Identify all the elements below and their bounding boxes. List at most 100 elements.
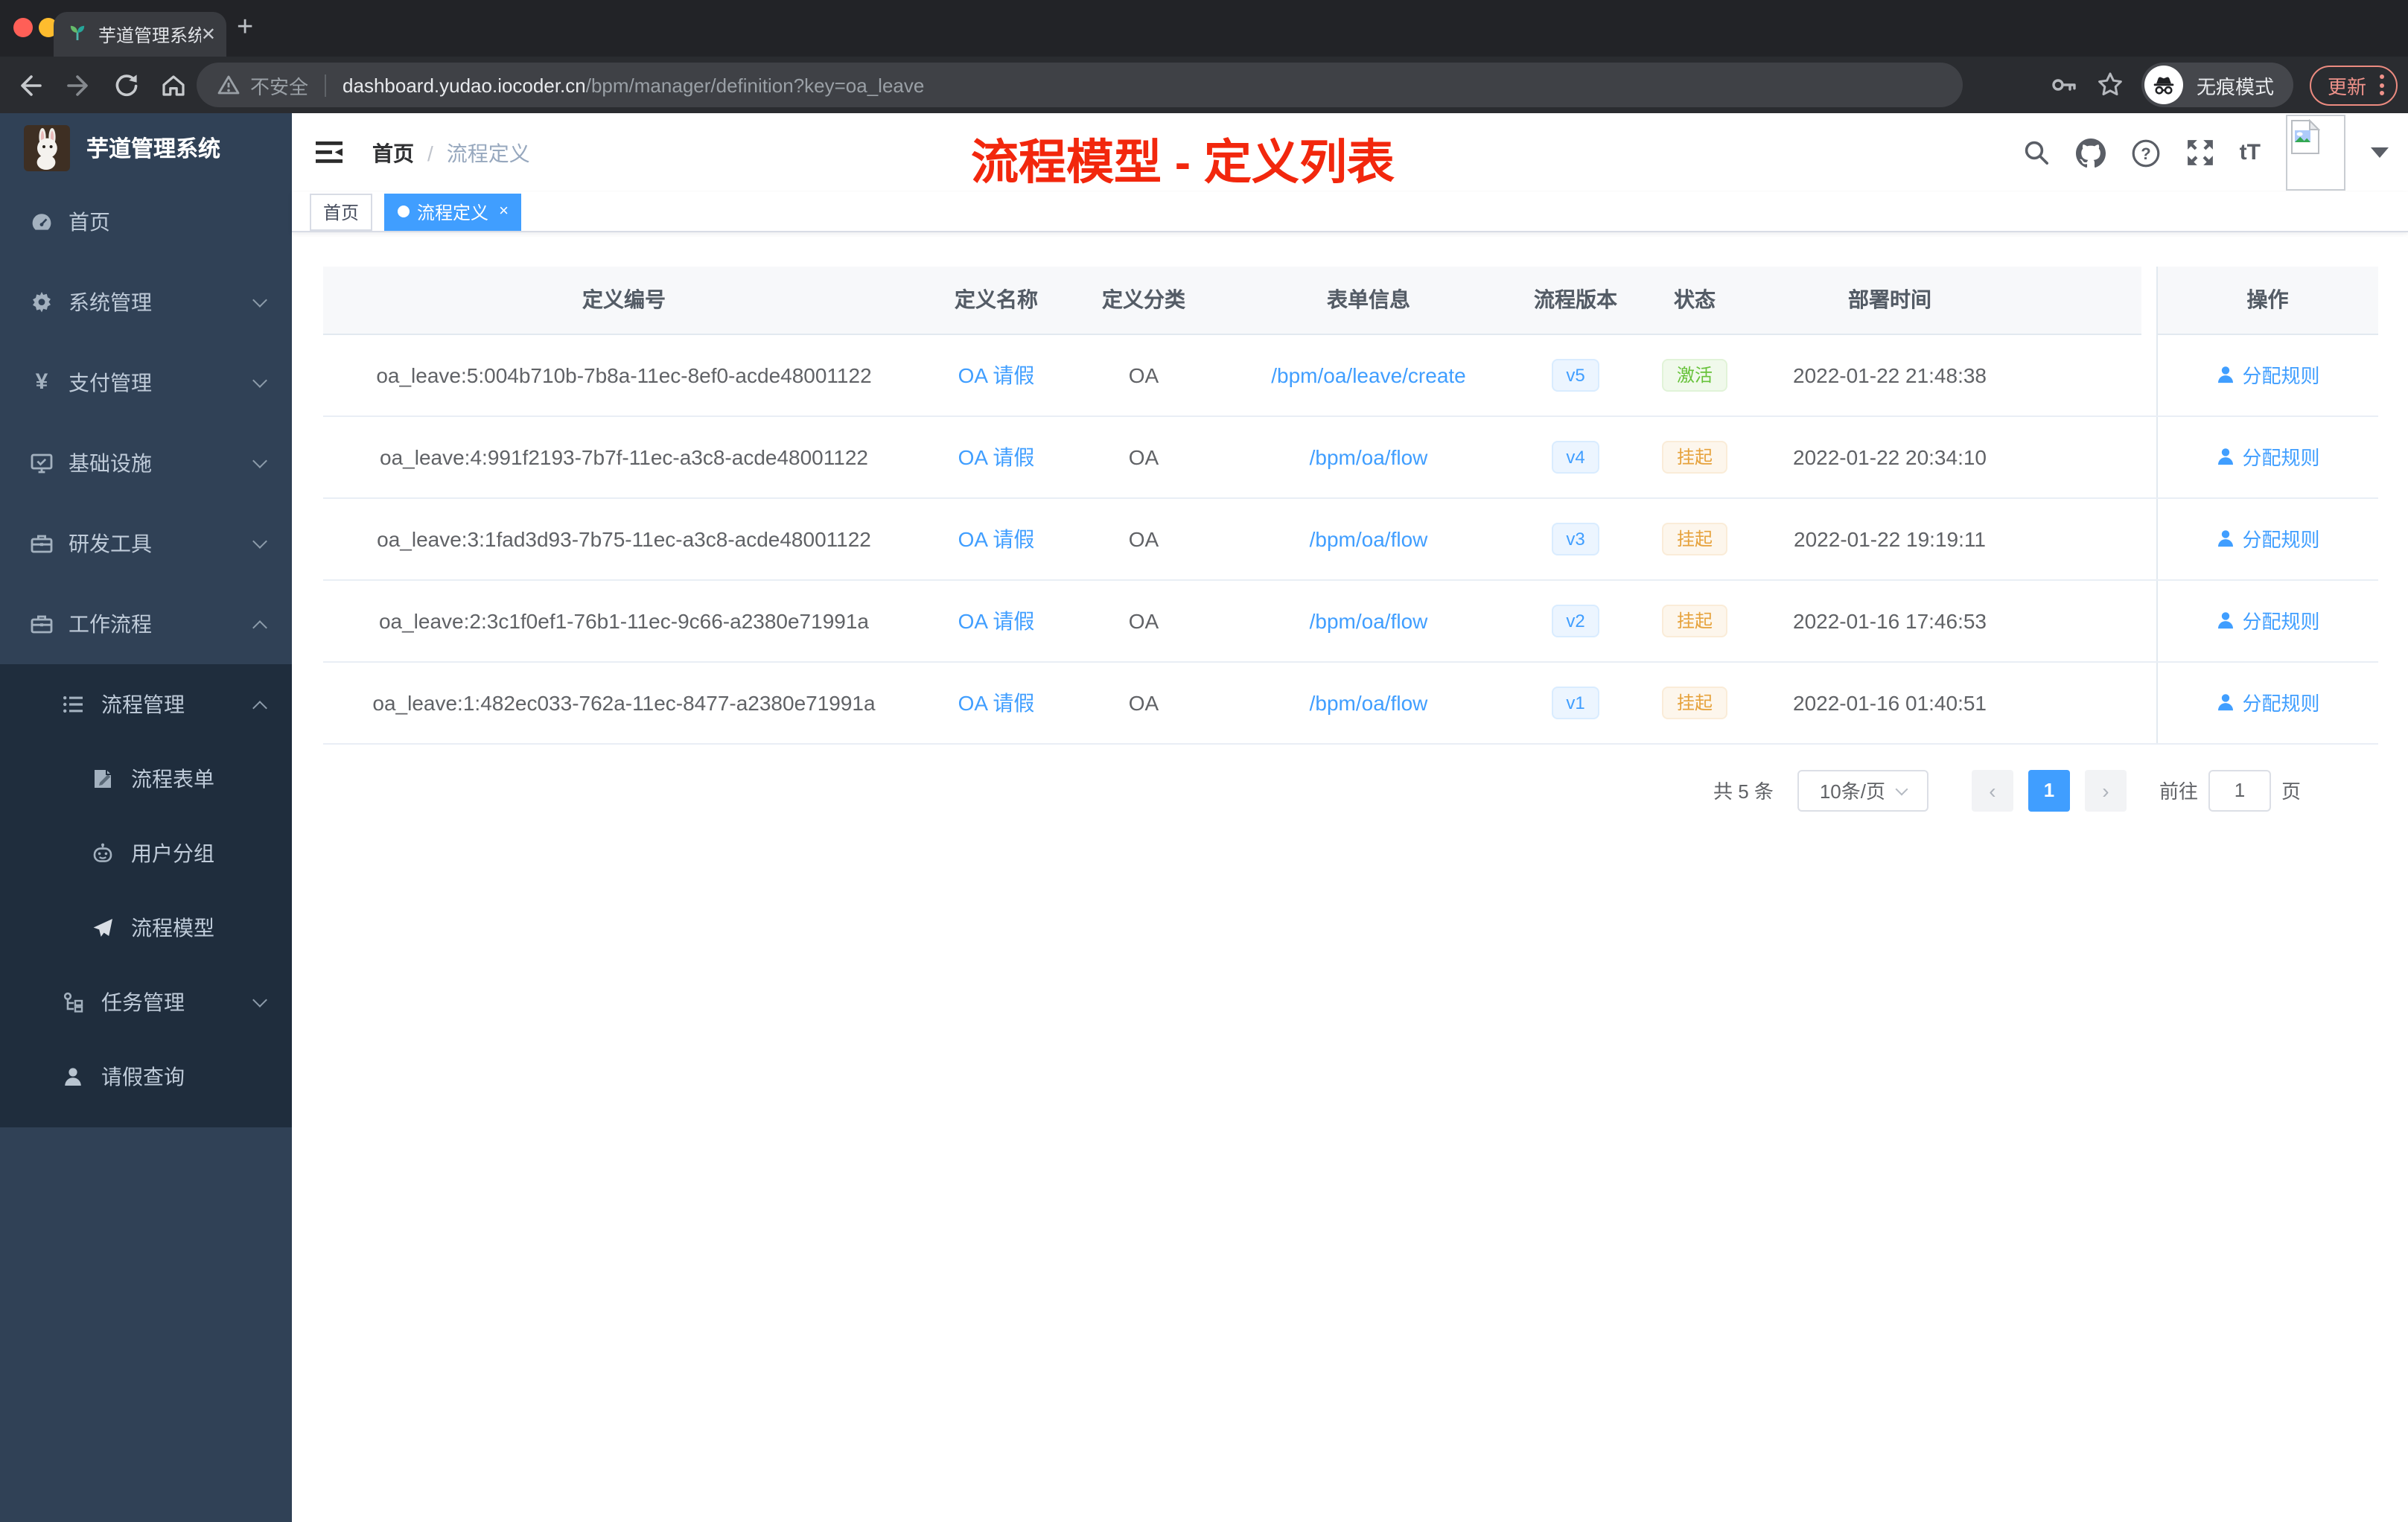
gear-icon: [30, 290, 54, 314]
text-size-icon[interactable]: tT: [2240, 140, 2261, 165]
form-link[interactable]: /bpm/oa/flow: [1310, 608, 1428, 632]
definition-table: 定义编号 定义名称 定义分类 表单信息 流程版本 状态 部署时间 操作 oa_l…: [323, 267, 2378, 744]
deploy-time: 2022-01-22 21:48:38: [1756, 334, 2024, 416]
svg-text:?: ?: [2141, 144, 2150, 162]
definition-name-link[interactable]: OA 请假: [958, 690, 1035, 714]
sidebar-item-workflow[interactable]: 工作流程: [0, 584, 292, 664]
app-logo: 芋道管理系统: [0, 113, 292, 182]
version-badge: v3: [1551, 522, 1600, 555]
sidebar-item-devtools[interactable]: 研发工具: [0, 503, 292, 584]
assign-rule-button[interactable]: 分配规则: [2215, 688, 2320, 716]
sidebar-item-process-model[interactable]: 流程模型: [0, 891, 292, 965]
table-row: oa_leave:4:991f2193-7b7f-11ec-a3c8-acde4…: [323, 415, 2378, 498]
star-icon[interactable]: [2095, 70, 2125, 100]
breadcrumb-home[interactable]: 首页: [372, 138, 414, 168]
filler-cell: [2024, 579, 2156, 662]
browser-window: 芋道管理系统 ✕ + 不安全 dashboard.yudao.iocoder.c…: [0, 0, 2408, 1522]
definition-id: oa_leave:2:3c1f0ef1-76b1-11ec-9c66-a2380…: [323, 579, 925, 662]
address-bar[interactable]: 不安全 dashboard.yudao.iocoder.cn /bpm/mana…: [197, 63, 1963, 107]
column-category: 定义分类: [1068, 267, 1220, 334]
send-icon: [92, 917, 113, 938]
form-link[interactable]: /bpm/oa/flow: [1310, 526, 1428, 550]
definition-category: OA: [1068, 334, 1220, 416]
filler-cell: [2024, 497, 2156, 580]
new-tab-button[interactable]: +: [237, 12, 253, 45]
definition-name-link[interactable]: OA 请假: [958, 363, 1035, 386]
definition-name-link[interactable]: OA 请假: [958, 526, 1035, 550]
assign-rule-button[interactable]: 分配规则: [2215, 524, 2320, 553]
home-icon[interactable]: [159, 71, 188, 99]
definition-category: OA: [1068, 497, 1220, 580]
tags-bar: 首页 流程定义 ×: [292, 192, 2408, 232]
deploy-time: 2022-01-16 01:40:51: [1756, 661, 2024, 744]
filler-cell: [2024, 415, 2156, 498]
sidebar-item-user-group[interactable]: 用户分组: [0, 816, 292, 891]
sidebar-item-system[interactable]: 系统管理: [0, 262, 292, 343]
toolbox-icon: [30, 532, 54, 555]
next-page-button[interactable]: ›: [2084, 769, 2127, 811]
column-version: 流程版本: [1517, 267, 1634, 334]
incognito-badge: 无痕模式: [2141, 63, 2293, 107]
table-row: oa_leave:2:3c1f0ef1-76b1-11ec-9c66-a2380…: [323, 579, 2378, 662]
caret-down-icon[interactable]: [2371, 147, 2389, 158]
search-icon[interactable]: [2022, 138, 2051, 167]
form-link[interactable]: /bpm/oa/leave/create: [1271, 363, 1466, 386]
sidebar-item-process-form[interactable]: 流程表单: [0, 742, 292, 816]
key-icon[interactable]: [2049, 70, 2079, 100]
tab-strip: 芋道管理系统 ✕ +: [0, 0, 2408, 57]
browser-toolbar: 不安全 dashboard.yudao.iocoder.cn /bpm/mana…: [0, 57, 2408, 113]
reload-icon[interactable]: [112, 71, 140, 99]
sidebar-item-process-management[interactable]: 流程管理: [0, 667, 292, 742]
close-window-button[interactable]: [13, 18, 33, 37]
assign-rule-button[interactable]: 分配规则: [2215, 606, 2320, 634]
definition-category: OA: [1068, 579, 1220, 662]
definition-name-link[interactable]: OA 请假: [958, 608, 1035, 632]
status-badge: 挂起: [1661, 522, 1727, 555]
update-button[interactable]: 更新: [2309, 65, 2398, 105]
page-size-select[interactable]: 10条/页: [1797, 769, 1928, 811]
prev-page-button[interactable]: ‹: [1971, 769, 2013, 811]
help-icon[interactable]: ?: [2131, 138, 2161, 168]
browser-chrome: 芋道管理系统 ✕ + 不安全 dashboard.yudao.iocoder.c…: [0, 0, 2408, 113]
sidebar-item-infrastructure[interactable]: 基础设施: [0, 423, 292, 503]
deploy-time: 2022-01-22 20:34:10: [1756, 415, 2024, 498]
hamburger-icon[interactable]: [314, 140, 344, 173]
monitor-icon: [30, 451, 54, 475]
user-icon: [63, 1066, 83, 1087]
sidebar-item-leave-query[interactable]: 请假查询: [0, 1039, 292, 1114]
form-link[interactable]: /bpm/oa/flow: [1310, 690, 1428, 714]
update-label: 更新: [2327, 75, 2366, 98]
breadcrumb: 首页 / 流程定义: [372, 113, 530, 192]
browser-tab[interactable]: 芋道管理系统 ✕: [54, 12, 226, 57]
logo-avatar: [24, 124, 70, 171]
definition-id: oa_leave:1:482ec033-762a-11ec-8477-a2380…: [323, 661, 925, 744]
definition-id: oa_leave:5:004b710b-7b8a-11ec-8ef0-acde4…: [323, 334, 925, 416]
forward-icon[interactable]: [64, 71, 92, 99]
assign-rule-button[interactable]: 分配规则: [2215, 360, 2320, 389]
tag-home[interactable]: 首页: [310, 193, 373, 230]
chevron-down-icon: [252, 453, 267, 468]
column-status: 状态: [1634, 267, 1756, 334]
page-1-button[interactable]: 1: [2028, 769, 2070, 811]
user-icon: [2217, 694, 2233, 711]
total-count: 共 5 条: [1713, 780, 1774, 803]
browser-menu-icon[interactable]: [2380, 74, 2384, 95]
github-icon[interactable]: [2075, 138, 2106, 168]
form-link[interactable]: /bpm/oa/flow: [1310, 445, 1428, 468]
definition-name-link[interactable]: OA 请假: [958, 445, 1035, 468]
deploy-time: 2022-01-22 19:19:11: [1756, 497, 2024, 580]
back-icon[interactable]: [16, 71, 45, 99]
tag-process-definition[interactable]: 流程定义 ×: [384, 193, 522, 230]
tab-close-icon[interactable]: ✕: [201, 25, 216, 43]
warning-icon: [217, 74, 240, 95]
avatar[interactable]: [2286, 115, 2345, 191]
assign-rule-button[interactable]: 分配规则: [2215, 442, 2320, 471]
pagination: 共 5 条 10条/页 ‹ 1 › 前往 页: [323, 769, 2378, 811]
sidebar-item-home[interactable]: 首页: [0, 182, 292, 262]
user-icon: [2217, 612, 2233, 629]
sidebar-item-payment[interactable]: ¥ 支付管理: [0, 343, 292, 423]
goto-page-input[interactable]: [2208, 769, 2271, 811]
sidebar-item-task-management[interactable]: 任务管理: [0, 965, 292, 1039]
fullscreen-icon[interactable]: [2186, 138, 2214, 167]
tag-close-icon[interactable]: ×: [499, 203, 509, 220]
